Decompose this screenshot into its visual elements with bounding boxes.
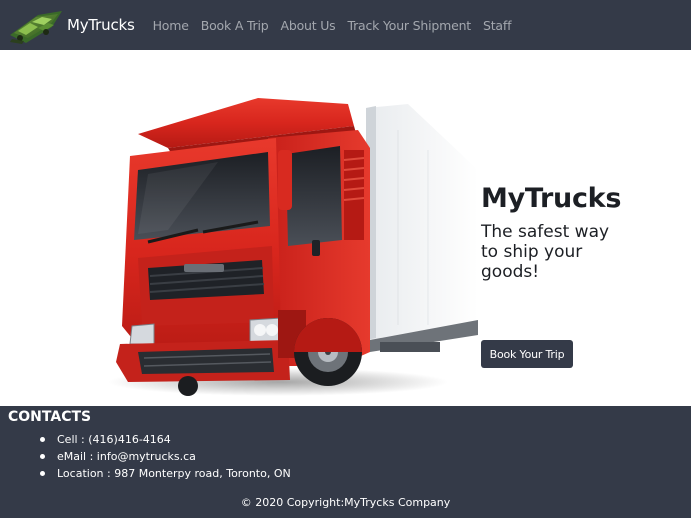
hero-title: MyTrucks [481, 183, 622, 214]
contacts-title: CONTACTS [8, 409, 92, 425]
nav-home[interactable]: Home [153, 18, 189, 33]
book-your-trip-button[interactable]: Book Your Trip [481, 340, 573, 368]
nav-links: Home Book A Trip About Us Track Your Shi… [153, 18, 524, 33]
brand-link[interactable]: MyTrucks [8, 5, 135, 45]
red-truck-illustration [108, 98, 478, 396]
footer: CONTACTS Cell : (416)416-4164 eMail : in… [0, 406, 691, 518]
nav-track-shipment[interactable]: Track Your Shipment [348, 18, 472, 33]
contact-location: Location : 987 Monterpy road, Toronto, O… [40, 465, 291, 482]
contact-cell: Cell : (416)416-4164 [40, 431, 291, 448]
nav-staff[interactable]: Staff [483, 18, 512, 33]
truck-logo-icon [10, 11, 62, 44]
contact-email[interactable]: eMail : info@mytrucks.ca [40, 448, 291, 465]
hero-section: MyTrucks The safest way to ship your goo… [0, 50, 691, 406]
copyright-text: © 2020 Copyright:MyTrycks Company [240, 496, 451, 509]
navbar: MyTrucks Home Book A Trip About Us Track… [0, 0, 691, 50]
contacts-list: Cell : (416)416-4164 eMail : info@mytruc… [40, 431, 291, 482]
nav-about-us[interactable]: About Us [281, 18, 336, 33]
hero-subtitle: The safest way to ship your goods! [481, 222, 610, 282]
brand-name: MyTrucks [67, 16, 135, 34]
nav-book-a-trip[interactable]: Book A Trip [201, 18, 269, 33]
